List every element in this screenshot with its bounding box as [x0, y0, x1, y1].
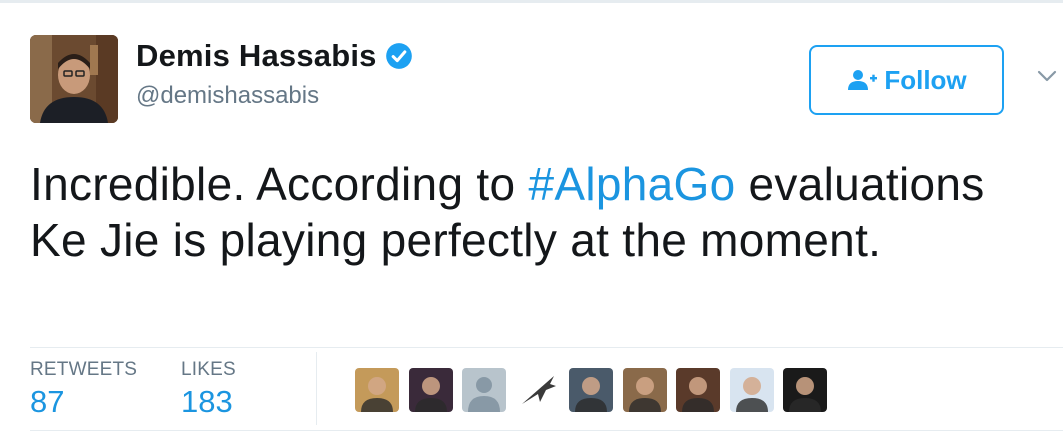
retweets-count[interactable]: 87: [30, 384, 64, 420]
display-name-text: Demis Hassabis: [136, 38, 377, 73]
liker-avatar[interactable]: [730, 368, 774, 412]
liker-avatar[interactable]: [409, 368, 453, 412]
follow-label: Follow: [884, 64, 967, 95]
author-avatar[interactable]: [30, 35, 118, 123]
stats-separator: [316, 352, 317, 425]
likes-count[interactable]: 183: [181, 384, 233, 420]
retweets-label[interactable]: RETWEETS: [30, 359, 137, 381]
profile-photo-icon: [30, 35, 118, 123]
top-border: [0, 0, 1063, 3]
liker-avatar[interactable]: [623, 368, 667, 412]
stats-top-divider: [30, 347, 1063, 348]
author-screen-name[interactable]: @demishassabis: [136, 82, 319, 110]
hashtag-link[interactable]: #AlphaGo: [528, 158, 735, 210]
verified-badge-icon: [385, 43, 412, 69]
tweet-text: Incredible. According to #AlphaGo evalua…: [30, 156, 1040, 268]
liker-avatar[interactable]: [516, 368, 560, 412]
liker-avatar[interactable]: [355, 368, 399, 412]
liker-avatar[interactable]: [783, 368, 827, 412]
follow-button[interactable]: Follow: [809, 45, 1004, 115]
liker-avatar[interactable]: [569, 368, 613, 412]
add-user-icon: [848, 70, 878, 90]
default-avatar-icon[interactable]: [462, 368, 506, 412]
stats-bottom-divider: [30, 430, 1063, 431]
chevron-down-icon[interactable]: [1036, 68, 1058, 84]
tweet-text-part-1: Incredible. According to: [30, 158, 529, 210]
liker-avatar[interactable]: [676, 368, 720, 412]
author-display-name[interactable]: Demis Hassabis: [136, 38, 413, 74]
likes-label[interactable]: LIKES: [181, 359, 236, 381]
